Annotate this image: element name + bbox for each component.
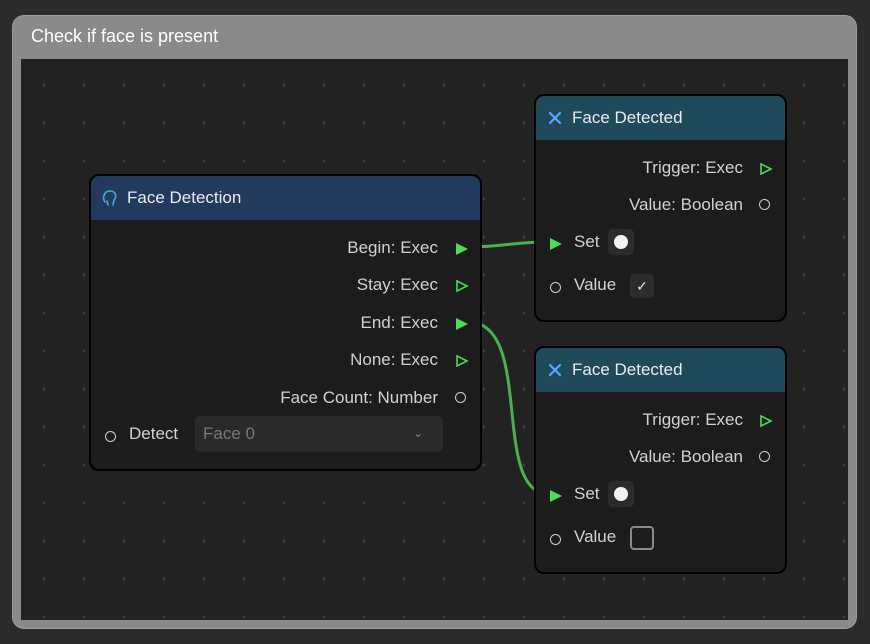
end-exec-pin[interactable] — [455, 317, 469, 331]
output-begin-label: Begin: Exec — [347, 238, 438, 257]
variable-x-icon — [546, 110, 564, 126]
value-input-pin[interactable] — [550, 534, 561, 545]
checkmark-icon: ✓ — [636, 277, 648, 294]
set-exec-pin[interactable] — [549, 489, 563, 503]
output-none-label: None: Exec — [350, 350, 438, 369]
value-input-pin[interactable] — [550, 282, 561, 293]
variable-x-icon — [546, 362, 564, 378]
group-title: Check if face is present — [31, 26, 219, 46]
face-outline-icon — [101, 189, 119, 207]
output-face-count-label: Face Count: Number — [280, 388, 438, 407]
face-detected-node-1[interactable]: Face Detected Trigger: Exec Value: Boole… — [534, 94, 787, 322]
face-count-pin[interactable] — [455, 392, 466, 403]
value-output-pin[interactable] — [759, 451, 770, 462]
output-stay-label: Stay: Exec — [356, 275, 438, 294]
stay-exec-pin[interactable] — [455, 279, 469, 293]
face-detected-header[interactable]: Face Detected — [536, 96, 785, 140]
trigger-label: Trigger: Exec — [642, 158, 743, 177]
value-output-label: Value: Boolean — [628, 447, 743, 466]
begin-exec-pin[interactable] — [455, 242, 469, 256]
none-exec-pin[interactable] — [455, 354, 469, 368]
node-title: Face Detected — [572, 108, 683, 127]
value-checkbox-checked[interactable]: ✓ — [630, 274, 654, 298]
detect-dropdown[interactable]: Face 0 ⌄ — [195, 416, 443, 452]
node-title: Face Detected — [572, 360, 683, 379]
detect-input-pin[interactable] — [105, 431, 116, 442]
set-trigger-button[interactable] — [608, 229, 634, 255]
trigger-exec-pin[interactable] — [759, 414, 773, 428]
value-output-label: Value: Boolean — [628, 195, 743, 214]
set-trigger-button[interactable] — [608, 481, 634, 507]
node-title: Face Detection — [127, 188, 242, 207]
face-detection-node[interactable]: Face Detection Begin: Exec Stay: Exec En… — [89, 174, 482, 471]
set-exec-pin[interactable] — [549, 237, 563, 251]
set-label: Set — [574, 232, 600, 251]
detect-label: Detect — [129, 424, 179, 443]
value-label: Value — [574, 275, 617, 294]
trigger-label: Trigger: Exec — [642, 410, 743, 429]
set-label: Set — [574, 484, 600, 503]
detect-value: Face 0 — [203, 424, 255, 443]
chevron-down-icon: ⌄ — [412, 426, 423, 440]
face-detected-node-2[interactable]: Face Detected Trigger: Exec Value: Boole… — [534, 346, 787, 574]
output-end-label: End: Exec — [360, 313, 439, 332]
face-detected-header[interactable]: Face Detected — [536, 348, 785, 392]
face-detection-header[interactable]: Face Detection — [91, 176, 480, 220]
value-output-pin[interactable] — [759, 199, 770, 210]
value-label: Value — [574, 527, 617, 546]
trigger-exec-pin[interactable] — [759, 162, 773, 176]
value-checkbox-unchecked[interactable] — [630, 526, 654, 550]
